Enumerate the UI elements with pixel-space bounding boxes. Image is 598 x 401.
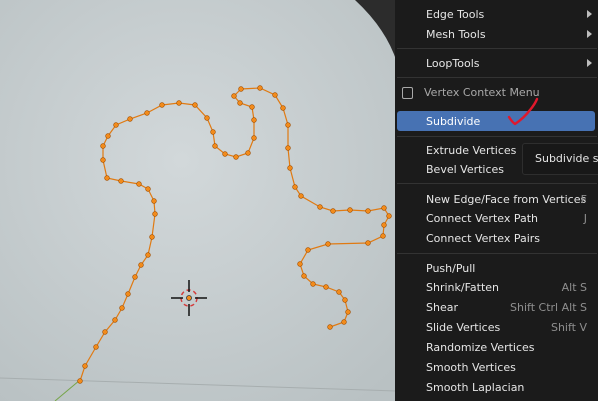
annotation-checkmark: [507, 97, 539, 126]
